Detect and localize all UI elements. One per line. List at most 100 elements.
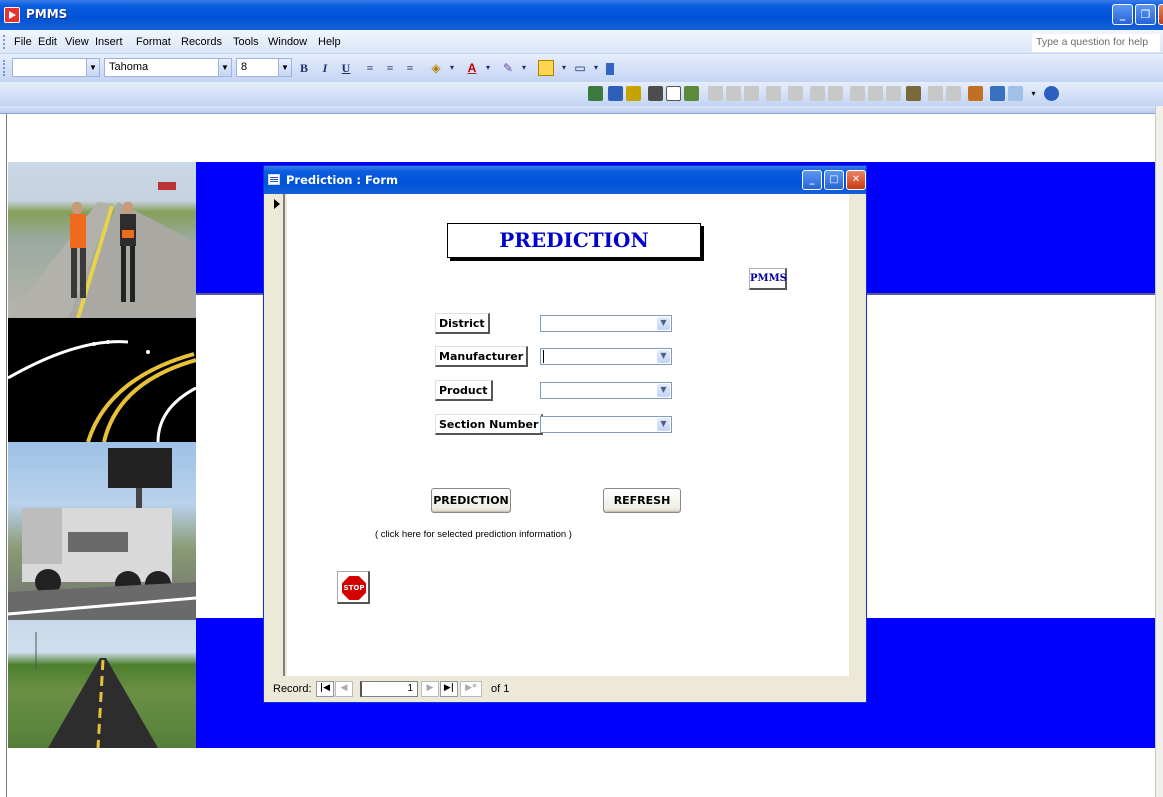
fill-color-icon[interactable]: ◈: [428, 60, 444, 76]
menu-file[interactable]: File: [14, 36, 32, 48]
chevron-down-icon[interactable]: ▼: [657, 418, 670, 431]
pmms-button[interactable]: PMMS: [749, 268, 787, 290]
hyperlink-icon[interactable]: [788, 86, 803, 101]
product-combo[interactable]: ▼: [540, 382, 672, 399]
italic-icon[interactable]: I: [317, 60, 333, 76]
sort-ascending-icon[interactable]: [810, 86, 825, 101]
record-selector[interactable]: [268, 194, 285, 676]
prediction-button[interactable]: PREDICTION: [431, 488, 511, 513]
district-combo[interactable]: ▼: [540, 315, 672, 332]
filter-by-selection-icon[interactable]: [850, 86, 865, 101]
chevron-down-icon[interactable]: ▼: [86, 59, 99, 76]
print-icon[interactable]: [648, 86, 663, 101]
align-left-icon[interactable]: ≡: [362, 60, 378, 76]
menu-tools[interactable]: Tools: [233, 36, 259, 48]
copy-icon[interactable]: [726, 86, 741, 101]
bold-icon[interactable]: B: [296, 60, 312, 76]
first-record-button[interactable]: |◀: [316, 681, 334, 697]
font-color-icon[interactable]: A: [464, 60, 480, 76]
chevron-down-icon[interactable]: ▼: [657, 384, 670, 397]
align-right-icon[interactable]: ≡: [402, 60, 418, 76]
last-record-button[interactable]: ▶|: [440, 681, 458, 697]
font-name-value: Tahoma: [109, 61, 149, 73]
new-record-button[interactable]: ▶*: [460, 681, 482, 697]
chevron-down-icon[interactable]: ▾: [444, 60, 460, 76]
form-icon: [268, 174, 280, 185]
minimize-button[interactable]: _: [1112, 4, 1133, 25]
print-preview-icon[interactable]: [666, 86, 681, 101]
sort-descending-icon[interactable]: [828, 86, 843, 101]
menu-window[interactable]: Window: [268, 36, 307, 48]
properties-icon[interactable]: [968, 86, 983, 101]
help-icon[interactable]: [1044, 86, 1059, 101]
cut-icon[interactable]: [708, 86, 723, 101]
border-color-icon[interactable]: [538, 60, 554, 76]
previous-record-button[interactable]: ◀: [335, 681, 353, 697]
view-icon[interactable]: [588, 86, 603, 101]
manufacturer-label: Manufacturer: [435, 346, 529, 367]
chevron-down-icon[interactable]: ▼: [218, 59, 231, 76]
find-icon[interactable]: [906, 86, 921, 101]
form-title-bar[interactable]: Prediction : Form _ □ ✕: [264, 166, 866, 194]
new-object-icon[interactable]: [1008, 86, 1023, 101]
menu-help[interactable]: Help: [318, 36, 341, 48]
delete-record-icon[interactable]: [946, 86, 961, 101]
chevron-down-icon[interactable]: ▾: [588, 60, 604, 76]
chevron-down-icon[interactable]: ▼: [278, 59, 291, 76]
spelling-icon[interactable]: [684, 86, 699, 101]
refresh-button[interactable]: REFRESH: [603, 488, 681, 513]
close-button[interactable]: ✕: [1158, 4, 1163, 25]
undo-icon[interactable]: [766, 86, 781, 101]
prediction-form-window: Prediction : Form _ □ ✕ PREDICTION PMMS …: [263, 165, 867, 703]
menu-format[interactable]: Format: [136, 36, 171, 48]
record-navigation-bar: Record: |◀ ◀ 1 ▶ ▶| ▶* of 1: [268, 678, 864, 700]
app-title-bar: PMMS _ ❐ ✕: [0, 0, 1163, 30]
manufacturer-combo[interactable]: ▼: [540, 348, 672, 365]
form-minimize-button[interactable]: _: [802, 170, 822, 190]
underline-icon[interactable]: U: [338, 60, 354, 76]
line-width-icon[interactable]: ▭: [572, 60, 588, 76]
menu-insert[interactable]: Insert: [95, 36, 123, 48]
font-size-combo[interactable]: 8 ▼: [236, 58, 292, 77]
paste-icon[interactable]: [744, 86, 759, 101]
object-combo[interactable]: ▼: [12, 58, 100, 77]
filter-by-form-icon[interactable]: [868, 86, 883, 101]
form-close-button[interactable]: ✕: [846, 170, 866, 190]
form-maximize-button[interactable]: □: [824, 170, 844, 190]
current-record-field[interactable]: 1: [360, 681, 418, 697]
save-icon[interactable]: [608, 86, 623, 101]
stop-button[interactable]: STOP: [337, 571, 370, 604]
chevron-down-icon[interactable]: ▼: [657, 350, 670, 363]
new-record-icon[interactable]: [928, 86, 943, 101]
toolbar-options-icon[interactable]: [606, 63, 614, 75]
search-icon[interactable]: [626, 86, 641, 101]
menu-records[interactable]: Records: [181, 36, 222, 48]
database-window-icon[interactable]: [990, 86, 1005, 101]
menu-grip[interactable]: [3, 35, 6, 49]
toolbar-button-strip: ▾: [588, 84, 1163, 104]
next-record-button[interactable]: ▶: [421, 681, 439, 697]
chevron-down-icon[interactable]: ▾: [1026, 86, 1041, 101]
record-total: of 1: [491, 683, 510, 695]
ask-question-box[interactable]: Type a question for help: [1032, 34, 1160, 52]
toolbar-separator: [0, 106, 1163, 114]
toolbar-grip[interactable]: [3, 60, 6, 76]
chevron-down-icon[interactable]: ▾: [516, 60, 532, 76]
line-color-icon[interactable]: ✎: [500, 60, 516, 76]
chevron-down-icon[interactable]: ▼: [657, 317, 670, 330]
restore-button[interactable]: ❐: [1135, 4, 1156, 25]
chevron-down-icon[interactable]: ▾: [556, 60, 572, 76]
workspace-vertical-scrollbar[interactable]: [1155, 106, 1163, 797]
chevron-down-icon[interactable]: ▾: [480, 60, 496, 76]
form-vertical-scrollbar[interactable]: [849, 194, 866, 676]
apply-filter-icon[interactable]: [886, 86, 901, 101]
font-name-combo[interactable]: Tahoma ▼: [104, 58, 232, 77]
stop-sign-icon: STOP: [342, 576, 366, 600]
section-number-combo[interactable]: ▼: [540, 416, 672, 433]
align-center-icon[interactable]: ≡: [382, 60, 398, 76]
night-road-photo: [8, 318, 196, 442]
menu-edit[interactable]: Edit: [38, 36, 57, 48]
road-crew-photo: [8, 162, 196, 318]
menu-bar: File Edit View Insert Format Records Too…: [0, 30, 1163, 54]
menu-view[interactable]: View: [65, 36, 89, 48]
